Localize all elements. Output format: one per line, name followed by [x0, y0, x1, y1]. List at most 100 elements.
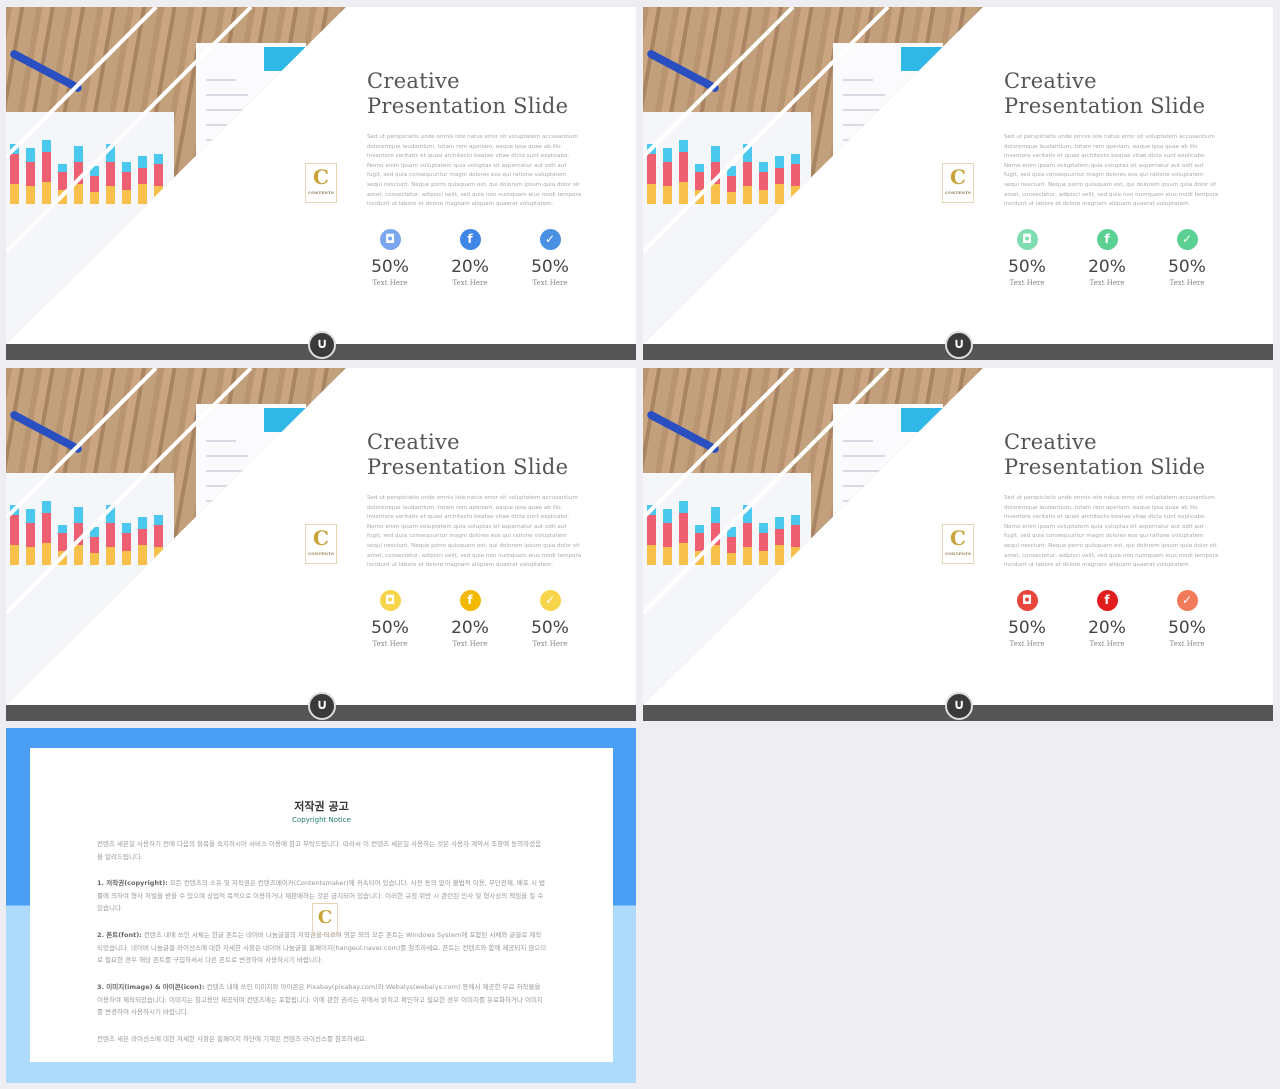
title-line-1: Creative [367, 69, 460, 93]
facebook-icon[interactable]: f [459, 229, 481, 250]
pen [8, 409, 84, 455]
chart-bar [743, 162, 752, 186]
item-heading: 1. 저작권(copyright): [97, 879, 168, 887]
slide-thumbnail[interactable]: C CONTENTS Creative Presentation Slide Sed u… [643, 368, 1273, 721]
title-line-2: Presentation Slide [367, 94, 569, 118]
text-line [206, 124, 236, 126]
pen [645, 409, 721, 455]
chart-bar [138, 168, 147, 184]
chart-paper [643, 473, 811, 705]
instagram-icon[interactable]: ◘ [1016, 229, 1038, 250]
chart-bar [26, 523, 35, 547]
stat-value: 20% [451, 257, 489, 277]
stat-value: 50% [1168, 618, 1206, 638]
slide-thumbnail[interactable]: C CONTENTS Creative Presentation Slide Sed u… [6, 368, 636, 721]
text-line [206, 169, 236, 171]
chart-bar [759, 172, 768, 190]
slide-nav-button[interactable]: ∪ [308, 331, 336, 359]
facebook-icon[interactable]: f [1096, 590, 1118, 611]
logo-caption: CONTENTS [945, 190, 971, 195]
slide-thumbnail[interactable]: C CONTENTS Creative Presentation Slide Sed u… [643, 7, 1273, 360]
chart-bar [695, 533, 704, 551]
chart-bar [154, 547, 163, 565]
chart-bar [58, 533, 67, 551]
slide-photo [643, 368, 983, 705]
twitter-icon[interactable]: ✓ [1176, 229, 1198, 250]
chart-bar [727, 166, 736, 176]
text-line [206, 470, 260, 472]
chart-bar [122, 190, 131, 204]
chart-bar [647, 505, 656, 515]
chart-bar [10, 505, 19, 515]
copyright-panel: 저작권 공고 Copyright Notice 컨텐츠 세븐일 사용하기 전에 … [30, 748, 613, 1062]
chart-bar [727, 537, 736, 553]
instagram-icon[interactable]: ◘ [1016, 590, 1038, 611]
slide-photo [6, 7, 346, 344]
chart-paper [6, 112, 174, 344]
bar-chart [10, 501, 170, 565]
chart-bar [647, 545, 656, 565]
copyright-subtitle: Copyright Notice [292, 816, 351, 824]
chart-bar [42, 501, 51, 513]
chart-bar [647, 515, 656, 545]
text-line [206, 500, 248, 502]
stat-value: 20% [451, 618, 489, 638]
chart-bar [122, 551, 131, 565]
chart-bar [791, 164, 800, 186]
resume-tag [264, 408, 306, 432]
chart-bar [74, 507, 83, 523]
slide-nav-button[interactable]: ∪ [945, 331, 973, 359]
stat-label: Text Here [1169, 279, 1205, 287]
chart-bar [122, 172, 131, 190]
text-line [843, 440, 873, 442]
logo: C CONTENTS [942, 524, 974, 564]
chart-bar [775, 156, 784, 168]
chart-bar [695, 551, 704, 565]
chart-bar [122, 523, 131, 533]
chart-bar [42, 140, 51, 152]
instagram-icon[interactable]: ◘ [379, 590, 401, 611]
text-line [843, 184, 885, 186]
slide-body-text: Sed ut perspiciatis unde omnis iste natu… [367, 495, 582, 569]
chart-bar [727, 192, 736, 204]
chart-bar [58, 172, 67, 190]
chart-bar [743, 144, 752, 162]
chart-bar [695, 525, 704, 533]
text-line [843, 470, 897, 472]
bar-chart [647, 140, 807, 204]
chart-bar [138, 545, 147, 565]
title-line-2: Presentation Slide [1004, 455, 1206, 479]
text-line [843, 79, 873, 81]
chart-bar [711, 523, 720, 545]
facebook-icon[interactable]: f [1096, 229, 1118, 250]
chart-bar [74, 184, 83, 204]
item-heading: 2. 폰트(font): [97, 931, 142, 939]
facebook-icon[interactable]: f [459, 590, 481, 611]
resume-paper [196, 43, 306, 213]
logo-caption: CONTENTS [308, 551, 334, 556]
slide-nav-button[interactable]: ∪ [308, 692, 336, 720]
stat-value: 50% [1168, 257, 1206, 277]
resume-paper [833, 43, 943, 213]
stat-label: Text Here [532, 279, 568, 287]
chart-bar [647, 154, 656, 184]
text-line [843, 560, 897, 562]
instagram-icon[interactable]: ◘ [379, 229, 401, 250]
copyright-title: 저작권 공고 [294, 800, 349, 813]
twitter-icon[interactable]: ✓ [539, 229, 561, 250]
chart-bar [663, 162, 672, 186]
text-line [206, 199, 260, 201]
chart-bar [711, 507, 720, 523]
slide-thumbnail[interactable]: C CONTENTS Creative Presentation Slide Sed u… [6, 7, 636, 360]
slide-nav-button[interactable]: ∪ [945, 692, 973, 720]
text-line [843, 139, 885, 141]
stat-facebook: f 20% Text Here [440, 229, 500, 287]
chart-bar [154, 515, 163, 525]
chart-bar [711, 146, 720, 162]
twitter-icon[interactable]: ✓ [539, 590, 561, 611]
stat-value: 50% [371, 257, 409, 277]
chart-bar [711, 162, 720, 184]
copyright-slide[interactable]: 저작권 공고 Copyright Notice 컨텐츠 세븐일 사용하기 전에 … [6, 728, 636, 1083]
chart-bar [759, 533, 768, 551]
twitter-icon[interactable]: ✓ [1176, 590, 1198, 611]
